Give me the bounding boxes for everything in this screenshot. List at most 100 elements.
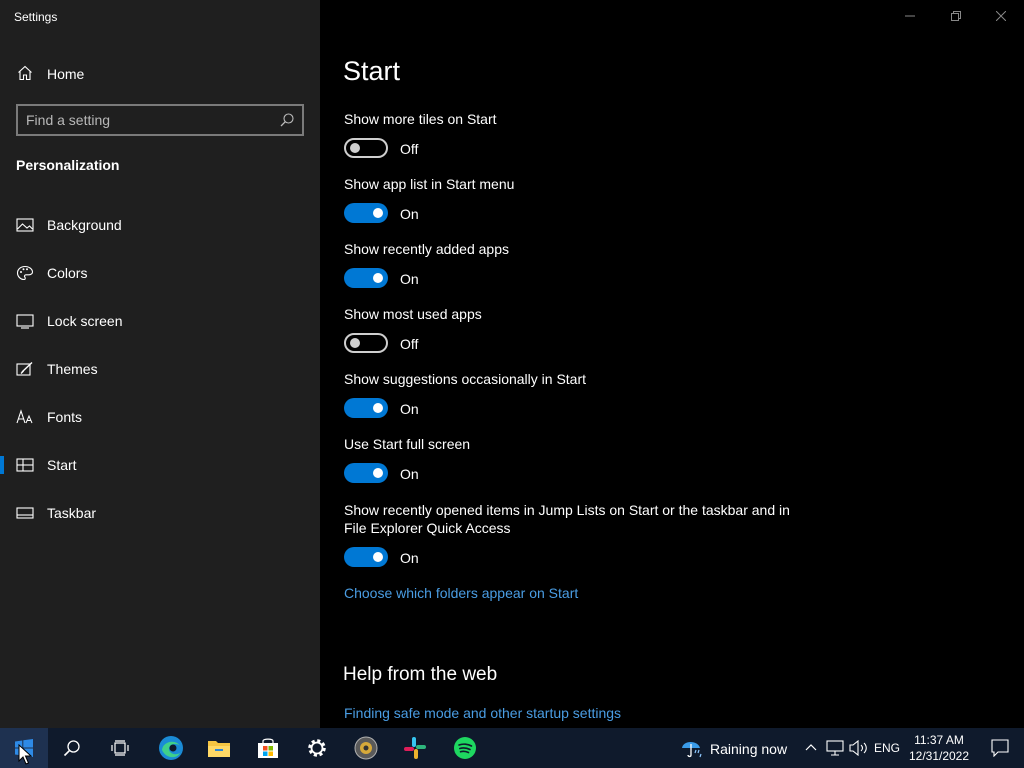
- toggle-recently-added[interactable]: [344, 268, 388, 288]
- home-nav-item[interactable]: Home: [0, 58, 320, 88]
- file-explorer-icon: [208, 741, 230, 757]
- app-title: Settings: [14, 10, 58, 24]
- input-language-button[interactable]: ENG: [874, 728, 902, 768]
- slack-taskbar-button[interactable]: [391, 728, 439, 768]
- toggle-full-screen[interactable]: [344, 463, 388, 483]
- toggle-knob: [373, 403, 383, 413]
- toggle-state: On: [400, 550, 419, 566]
- taskbar-clock[interactable]: 11:37 AM 12/31/2022: [906, 732, 972, 764]
- sidebar-item-themes[interactable]: Themes: [0, 349, 320, 389]
- sidebar-item-label: Start: [47, 457, 77, 473]
- monitor-icon: [16, 314, 34, 329]
- choose-folders-link[interactable]: Choose which folders appear on Start: [344, 585, 578, 601]
- sidebar-item-lock-screen[interactable]: Lock screen: [0, 301, 320, 341]
- toggle-state: On: [400, 271, 419, 287]
- start-layout-icon: [16, 458, 34, 472]
- edge-icon: [159, 736, 183, 760]
- setting-label: Show recently opened items in Jump Lists…: [344, 502, 790, 536]
- sidebar-item-fonts[interactable]: Fonts: [0, 397, 320, 437]
- setting-label: Show more tiles on Start: [344, 111, 497, 127]
- store-icon: [258, 738, 278, 758]
- search-box[interactable]: [16, 104, 304, 136]
- show-hidden-icons-button[interactable]: [802, 728, 820, 768]
- setting-label: Show recently added apps: [344, 241, 509, 257]
- mouse-cursor-icon: [18, 744, 32, 765]
- setting-label: Use Start full screen: [344, 436, 471, 452]
- sidebar: Settings Home Personalization Background…: [0, 0, 320, 728]
- setting-label: Show suggestions occasionally in Start: [344, 371, 587, 387]
- toggle-state: On: [400, 466, 419, 482]
- palette-icon: [16, 265, 34, 281]
- toggle-knob: [350, 143, 360, 153]
- minimize-button[interactable]: [887, 0, 933, 32]
- volume-button[interactable]: [848, 728, 870, 768]
- notifications-button[interactable]: [976, 728, 1024, 768]
- toggle-knob: [373, 208, 383, 218]
- search-input[interactable]: [26, 110, 276, 130]
- app-icon: [354, 736, 378, 760]
- toggle-jump-lists[interactable]: [344, 547, 388, 567]
- app-taskbar-button[interactable]: [342, 728, 390, 768]
- toggle-state: On: [400, 206, 419, 222]
- toggle-app-list[interactable]: [344, 203, 388, 223]
- settings-taskbar-button[interactable]: [293, 728, 341, 768]
- spotify-icon: [454, 737, 476, 759]
- task-view-button[interactable]: [96, 728, 144, 768]
- restore-button[interactable]: [933, 0, 979, 32]
- minimize-icon: [905, 15, 915, 17]
- slack-icon: [404, 737, 426, 759]
- sidebar-item-label: Colors: [47, 265, 88, 281]
- main-content: Start Show more tiles on Start Off Show …: [320, 0, 1024, 728]
- file-explorer-taskbar-button[interactable]: [195, 728, 243, 768]
- toggle-knob: [373, 468, 383, 478]
- close-icon: [996, 11, 1006, 21]
- clock-date: 12/31/2022: [908, 749, 970, 763]
- setting-label: Show app list in Start menu: [344, 176, 515, 192]
- restore-icon: [951, 11, 961, 21]
- themes-icon: [16, 361, 33, 376]
- safe-mode-help-link[interactable]: Finding safe mode and other startup sett…: [344, 705, 621, 721]
- sidebar-item-start[interactable]: Start: [0, 445, 320, 485]
- spotify-taskbar-button[interactable]: [441, 728, 489, 768]
- sidebar-item-label: Themes: [47, 361, 98, 377]
- umbrella-rain-icon: [682, 742, 702, 758]
- task-view-icon: [111, 740, 129, 756]
- home-label: Home: [47, 66, 85, 82]
- sidebar-item-label: Lock screen: [47, 313, 123, 329]
- toggle-state: On: [400, 401, 419, 417]
- store-taskbar-button[interactable]: [244, 728, 292, 768]
- section-heading: Personalization: [16, 157, 120, 173]
- picture-icon: [16, 218, 34, 232]
- settings-gear-icon: [308, 739, 326, 757]
- sidebar-item-label: Taskbar: [47, 505, 97, 521]
- toggle-state: Off: [400, 141, 419, 157]
- search-icon: [63, 740, 80, 757]
- close-button[interactable]: [978, 0, 1024, 32]
- edge-taskbar-button[interactable]: [147, 728, 195, 768]
- toggle-suggestions[interactable]: [344, 398, 388, 418]
- sidebar-item-label: Fonts: [47, 409, 83, 425]
- clock-time: 11:37 AM: [914, 733, 964, 747]
- toggle-knob: [373, 552, 383, 562]
- setting-label: Show most used apps: [344, 306, 482, 322]
- search-icon[interactable]: [279, 112, 295, 128]
- taskbar: Raining now ENG 11:37 AM 12/31/2022: [0, 728, 1024, 768]
- weather-text: Raining now: [710, 741, 788, 757]
- sidebar-item-background[interactable]: Background: [0, 205, 320, 245]
- toggle-knob: [350, 338, 360, 348]
- weather-widget[interactable]: Raining now: [676, 728, 796, 768]
- volume-icon: [849, 740, 867, 756]
- page-title: Start: [343, 56, 401, 86]
- sidebar-item-taskbar[interactable]: Taskbar: [0, 493, 320, 533]
- sidebar-item-colors[interactable]: Colors: [0, 253, 320, 293]
- taskbar-search-button[interactable]: [48, 728, 96, 768]
- font-icon: [16, 409, 33, 424]
- help-heading: Help from the web: [343, 664, 498, 685]
- toggle-more-tiles[interactable]: [344, 138, 388, 158]
- network-icon: [826, 740, 844, 756]
- sidebar-item-label: Background: [47, 217, 122, 233]
- toggle-most-used[interactable]: [344, 333, 388, 353]
- network-button[interactable]: [824, 728, 846, 768]
- chevron-up-icon: [805, 744, 817, 751]
- toggle-state: Off: [400, 336, 419, 352]
